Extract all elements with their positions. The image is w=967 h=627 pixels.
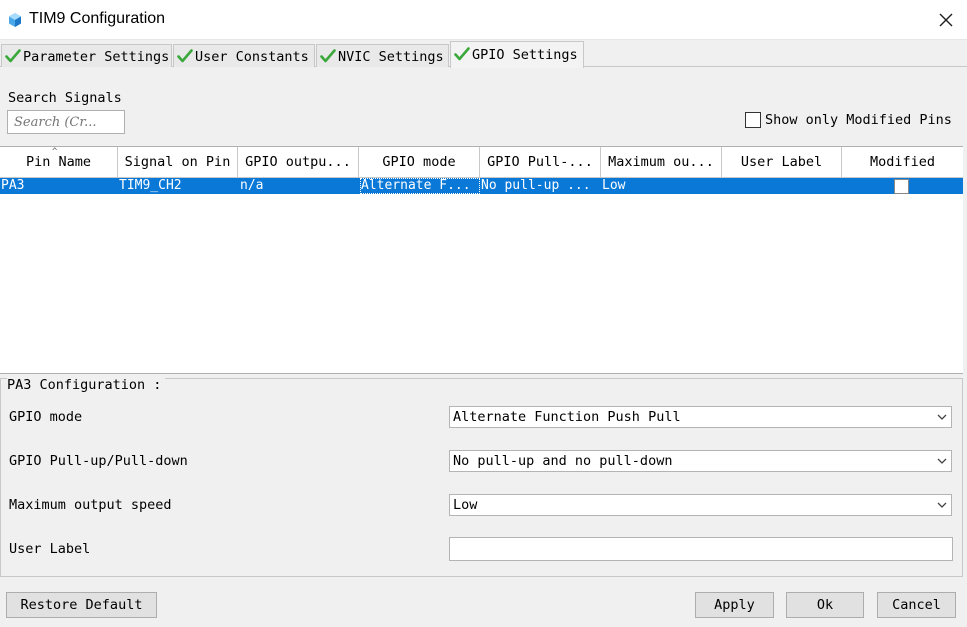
column-header-label: GPIO mode <box>382 154 456 170</box>
configuration-title: PA3 Configuration : <box>7 377 166 393</box>
modified-checkbox[interactable] <box>894 179 909 194</box>
ok-button[interactable]: Ok <box>786 592 864 618</box>
selected-value: No pull-up and no pull-down <box>453 453 673 469</box>
gpio-mode-select[interactable]: Alternate Function Push Pull <box>449 406 952 428</box>
column-header-user-label[interactable]: User Label <box>722 147 842 178</box>
column-header-modified[interactable]: Modified <box>842 147 963 178</box>
tab-label: User Constants <box>195 49 309 65</box>
user-label-label: User Label <box>9 541 91 557</box>
search-input[interactable] <box>7 110 125 134</box>
tab-nvic-settings[interactable]: NVIC Settings <box>316 44 449 67</box>
app-cube-icon <box>9 13 21 27</box>
show-only-modified-label: Show only Modified Pins <box>765 112 952 128</box>
sort-ascending-icon: ^ <box>52 147 58 157</box>
column-header-label: GPIO Pull-... <box>487 154 593 170</box>
restore-default-button[interactable]: Restore Default <box>6 592 157 618</box>
check-icon <box>177 49 193 63</box>
column-header-gpio-pull[interactable]: GPIO Pull-... <box>480 147 601 178</box>
chevron-down-icon <box>937 458 947 464</box>
check-icon <box>454 47 470 61</box>
tab-parameter-settings[interactable]: Parameter Settings <box>1 44 172 67</box>
column-header-gpio-mode[interactable]: GPIO mode <box>359 147 480 178</box>
column-header-label: GPIO outpu... <box>245 154 351 170</box>
cancel-button[interactable]: Cancel <box>877 592 956 618</box>
close-button[interactable] <box>931 6 961 34</box>
title-bar: TIM9 Configuration <box>0 0 967 40</box>
cell-gpio-mode: Alternate F... <box>360 178 480 194</box>
user-label-input[interactable] <box>449 537 953 561</box>
column-header-signal-on-pin[interactable]: Signal on Pin <box>118 147 238 178</box>
gpio-pull-select[interactable]: No pull-up and no pull-down <box>449 450 952 472</box>
column-header-maximum-output[interactable]: Maximum ou... <box>601 147 722 178</box>
tab-user-constants[interactable]: User Constants <box>173 44 315 67</box>
selected-value: Alternate Function Push Pull <box>453 409 681 425</box>
cell-max-speed: Low <box>602 178 626 193</box>
column-header-label: Maximum ou... <box>608 154 714 170</box>
pin-configuration-panel: PA3 Configuration : GPIO mode Alternate … <box>0 377 963 577</box>
check-icon <box>320 49 336 63</box>
gpio-pull-label: GPIO Pull-up/Pull-down <box>9 453 188 469</box>
chevron-down-icon <box>937 502 947 508</box>
column-header-label: User Label <box>740 154 823 170</box>
column-header-label: Modified <box>869 154 936 170</box>
max-output-speed-select[interactable]: Low <box>449 494 952 516</box>
checkbox-box[interactable] <box>745 112 761 128</box>
cell-gpio-output: n/a <box>240 178 264 193</box>
column-header-gpio-output[interactable]: GPIO outpu... <box>238 147 359 178</box>
cell-gpio-pull: No pull-up ... <box>481 178 591 193</box>
table-header: ^ Pin Name Signal on Pin GPIO outpu... G… <box>0 147 963 178</box>
max-output-speed-label: Maximum output speed <box>9 497 172 513</box>
selected-value: Low <box>453 497 478 513</box>
column-header-pin-name[interactable]: ^ Pin Name <box>0 147 118 178</box>
pin-table: ^ Pin Name Signal on Pin GPIO outpu... G… <box>0 146 963 374</box>
search-signals-label: Search Signals <box>8 90 122 106</box>
window-title: TIM9 Configuration <box>29 10 166 27</box>
check-icon <box>5 49 21 63</box>
cell-pin-name: PA3 <box>1 178 25 193</box>
tab-label: NVIC Settings <box>338 49 444 65</box>
tab-label: GPIO Settings <box>472 47 578 63</box>
close-icon <box>939 13 953 27</box>
cell-signal: TIM9_CH2 <box>119 178 182 193</box>
column-header-label: Pin Name <box>25 154 92 170</box>
gpio-mode-label: GPIO mode <box>9 409 83 425</box>
table-row[interactable]: PA3 TIM9_CH2 n/a Alternate F... No pull-… <box>0 178 963 194</box>
tab-gpio-settings[interactable]: GPIO Settings <box>450 41 584 68</box>
tab-label: Parameter Settings <box>23 49 170 65</box>
chevron-down-icon <box>937 414 947 420</box>
column-header-label: Signal on Pin <box>124 154 231 170</box>
cell-user-label <box>722 178 842 194</box>
tab-bar: Parameter Settings User Constants NVIC S… <box>0 40 967 68</box>
apply-button[interactable]: Apply <box>695 592 774 618</box>
